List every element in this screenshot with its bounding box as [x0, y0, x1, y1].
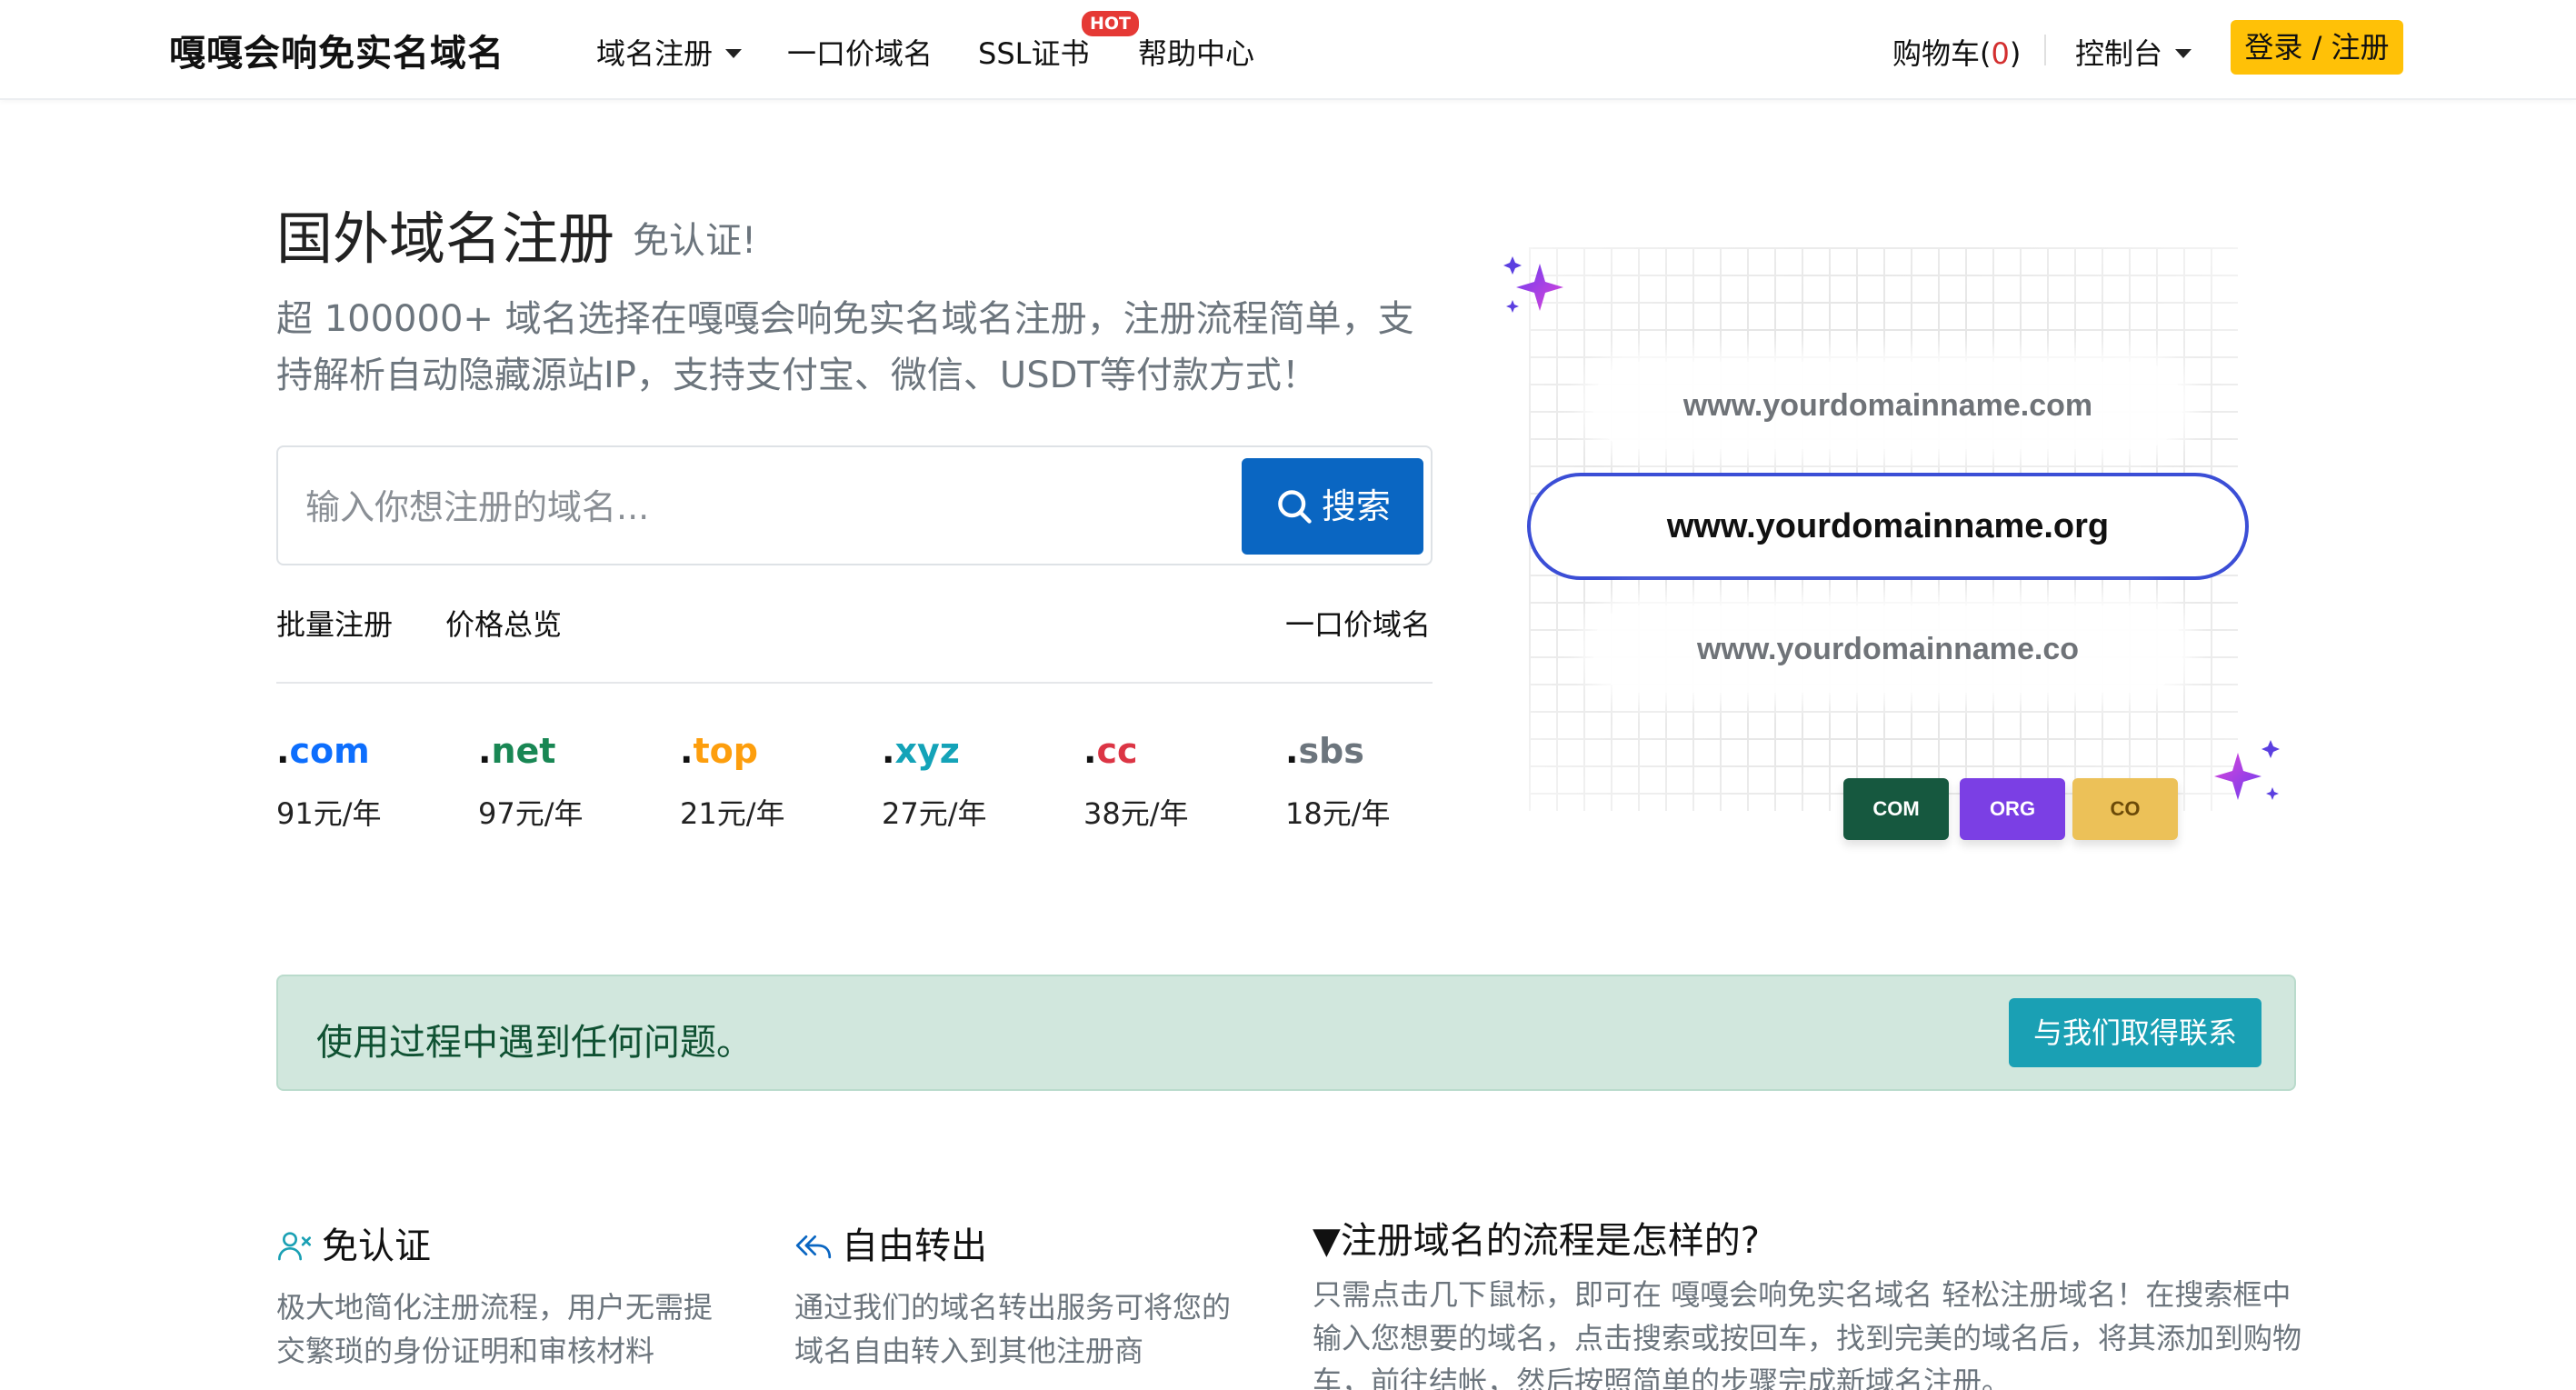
console-label: 控制台: [2075, 36, 2163, 71]
tld-item-sbs[interactable]: .sbs 18元/年: [1285, 731, 1391, 833]
console-dropdown[interactable]: 控制台: [2075, 31, 2192, 73]
tld-extension: top: [693, 731, 758, 771]
nav-fixed-price-label: 一口价域名: [787, 36, 934, 71]
nav-ssl-certificate[interactable]: SSL证书: [978, 31, 1089, 73]
tld-price: 18元/年: [1285, 796, 1391, 831]
tld-price: 97元/年: [478, 796, 584, 831]
tld-name: .top: [680, 731, 785, 771]
search-button[interactable]: 搜索: [1242, 458, 1423, 555]
tld-extension: cc: [1096, 731, 1138, 771]
cart-link[interactable]: 购物车(0): [1892, 31, 2021, 73]
price-overview-link[interactable]: 价格总览: [445, 602, 562, 644]
user-x-icon: [278, 1232, 311, 1261]
tag-co: CO: [2072, 778, 2178, 840]
tld-item-top[interactable]: .top 21元/年: [680, 731, 785, 833]
help-alert-banner: 使用过程中遇到任何问题。 与我们取得联系: [276, 975, 2296, 1091]
hot-badge: HOT: [1082, 11, 1140, 36]
brand-logo[interactable]: 嘎嘎会响免实名域名: [169, 24, 504, 76]
nav-domain-register-label: 域名注册: [596, 36, 714, 71]
tld-extension: xyz: [894, 731, 960, 771]
tag-com: COM: [1843, 778, 1949, 840]
sparkle-icon: [1503, 256, 1563, 313]
tld-extension: sbs: [1298, 731, 1364, 771]
tag-org: ORG: [1960, 778, 2065, 840]
tld-extension: com: [289, 731, 370, 771]
chevron-down-icon: [2175, 49, 2192, 58]
divider: [276, 682, 1433, 684]
tld-name: .net: [478, 731, 584, 771]
cart-label: 购物车(: [1892, 36, 1992, 71]
feature-no-verification: 免认证 极大地简化注册流程，用户无需提交繁琐的身份证明和审核材料: [276, 1216, 731, 1373]
cart-count: 0: [1991, 36, 2010, 71]
feature-free-transfer-text: 通过我们的域名转出服务可将您的域名自由转入到其他注册商: [794, 1290, 1232, 1368]
feature-free-transfer-title: 自由转出: [794, 1216, 1245, 1269]
search-icon: [1278, 489, 1312, 524]
tld-name: .cc: [1083, 731, 1189, 771]
illustration-domain-com: www.yourdomainname.com: [1593, 362, 2183, 449]
tld-name: .xyz: [882, 731, 987, 771]
login-register-button[interactable]: 登录 / 注册: [2231, 20, 2403, 75]
top-navbar: 嘎嘎会响免实名域名 域名注册 一口价域名 SSL证书 HOT 帮助中心 购物车(…: [0, 0, 2576, 100]
domain-search-box: 搜索: [276, 445, 1433, 565]
tld-item-net[interactable]: .net 97元/年: [478, 731, 584, 833]
tld-dot: .: [882, 731, 895, 771]
illustration-domain-co: www.yourdomainname.co: [1593, 605, 2183, 693]
tld-name: .sbs: [1285, 731, 1391, 771]
sparkle-icon: [2214, 740, 2280, 800]
tld-name: .com: [276, 731, 382, 771]
tld-price: 38元/年: [1083, 796, 1189, 831]
nav-help-label: 帮助中心: [1138, 36, 1255, 71]
reply-all-icon: [795, 1235, 832, 1259]
search-button-label: 搜索: [1321, 486, 1391, 526]
nav-divider: [2044, 35, 2046, 65]
page-subtitle: 免认证!: [633, 220, 757, 262]
feature-no-verification-text: 极大地简化注册流程，用户无需提交繁琐的身份证明和审核材料: [276, 1290, 714, 1368]
tld-price: 27元/年: [882, 796, 987, 831]
tag-co-label: CO: [2110, 797, 2141, 820]
page-title: 国外域名注册: [276, 205, 615, 272]
tld-dot: .: [478, 731, 492, 771]
cart-label-close: ): [2009, 36, 2022, 71]
tag-com-label: COM: [1872, 797, 1920, 820]
tld-dot: .: [1083, 731, 1097, 771]
faq-register-process: ▼注册域名的流程是怎样的? 只需点击几下鼠标，即可在 嘎嘎会响免实名域名 轻松注…: [1313, 1211, 2303, 1390]
nav-help-center[interactable]: 帮助中心: [1138, 31, 1254, 73]
feature-free-transfer: 自由转出 通过我们的域名转出服务可将您的域名自由转入到其他注册商: [794, 1216, 1245, 1373]
help-alert-text: 使用过程中遇到任何问题。: [316, 1022, 753, 1064]
fixed-price-domain-link[interactable]: 一口价域名: [1285, 602, 1431, 644]
tld-item-xyz[interactable]: .xyz 27元/年: [882, 731, 987, 833]
tld-dot: .: [1285, 731, 1299, 771]
nav-domain-register[interactable]: 域名注册: [596, 31, 743, 73]
tag-org-label: ORG: [1989, 797, 2036, 820]
tld-price: 91元/年: [276, 796, 382, 831]
chevron-down-icon: [725, 49, 743, 58]
feature-no-verification-title: 免认证: [276, 1216, 731, 1269]
tld-extension: net: [491, 731, 556, 771]
tld-dot: .: [276, 731, 290, 771]
faq-question-toggle[interactable]: ▼注册域名的流程是怎样的?: [1313, 1211, 2303, 1264]
tld-price: 21元/年: [680, 796, 785, 831]
nav-fixed-price-domain[interactable]: 一口价域名: [787, 31, 933, 73]
tld-dot: .: [680, 731, 694, 771]
domain-search-input[interactable]: [305, 471, 1214, 544]
hero-description: 超 100000+ 域名选择在嘎嘎会响免实名域名注册，注册流程简单，支持解析自动…: [276, 298, 1414, 396]
contact-us-button[interactable]: 与我们取得联系: [2009, 998, 2261, 1067]
tld-item-cc[interactable]: .cc 38元/年: [1083, 731, 1189, 833]
tld-item-com[interactable]: .com 91元/年: [276, 731, 382, 833]
illustration-domain-org: www.yourdomainname.org: [1527, 473, 2249, 580]
nav-ssl-label: SSL证书: [978, 36, 1090, 71]
bulk-register-link[interactable]: 批量注册: [276, 602, 393, 644]
feature-no-verification-label: 免认证: [322, 1225, 431, 1267]
feature-free-transfer-label: 自由转出: [842, 1225, 987, 1267]
faq-answer-text: 只需点击几下鼠标，即可在 嘎嘎会响免实名域名 轻松注册域名！在搜索框中输入您想要…: [1313, 1277, 2302, 1390]
